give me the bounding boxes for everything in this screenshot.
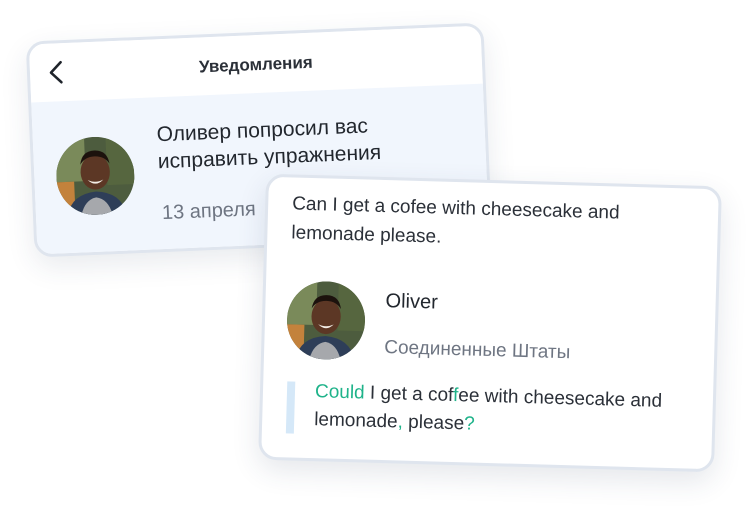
author-country: Соединенные Штаты bbox=[383, 337, 571, 364]
avatar bbox=[285, 280, 367, 361]
stage: Уведомления Оливер попросил вас исправит… bbox=[0, 0, 751, 517]
correction-text-segment: I get a cof bbox=[364, 382, 454, 406]
correction-card[interactable]: Can I get a cofee with cheesecake and le… bbox=[258, 173, 722, 473]
correction-text-segment: please bbox=[402, 411, 465, 435]
correction-highlight: Could bbox=[314, 381, 365, 404]
correction-marker bbox=[285, 381, 296, 434]
avatar bbox=[54, 135, 136, 217]
notification-title: Уведомления bbox=[198, 52, 314, 77]
correction-highlight: ? bbox=[463, 413, 476, 435]
notification-message: Оливер попросил вас исправить упражнения bbox=[156, 114, 382, 174]
corrected-text: Could I get a coffee with cheesecake and… bbox=[314, 378, 705, 445]
notification-date: 13 апреля bbox=[161, 198, 257, 225]
author-name: Oliver bbox=[385, 290, 439, 314]
original-text: Can I get a cofee with cheesecake and le… bbox=[291, 193, 620, 248]
